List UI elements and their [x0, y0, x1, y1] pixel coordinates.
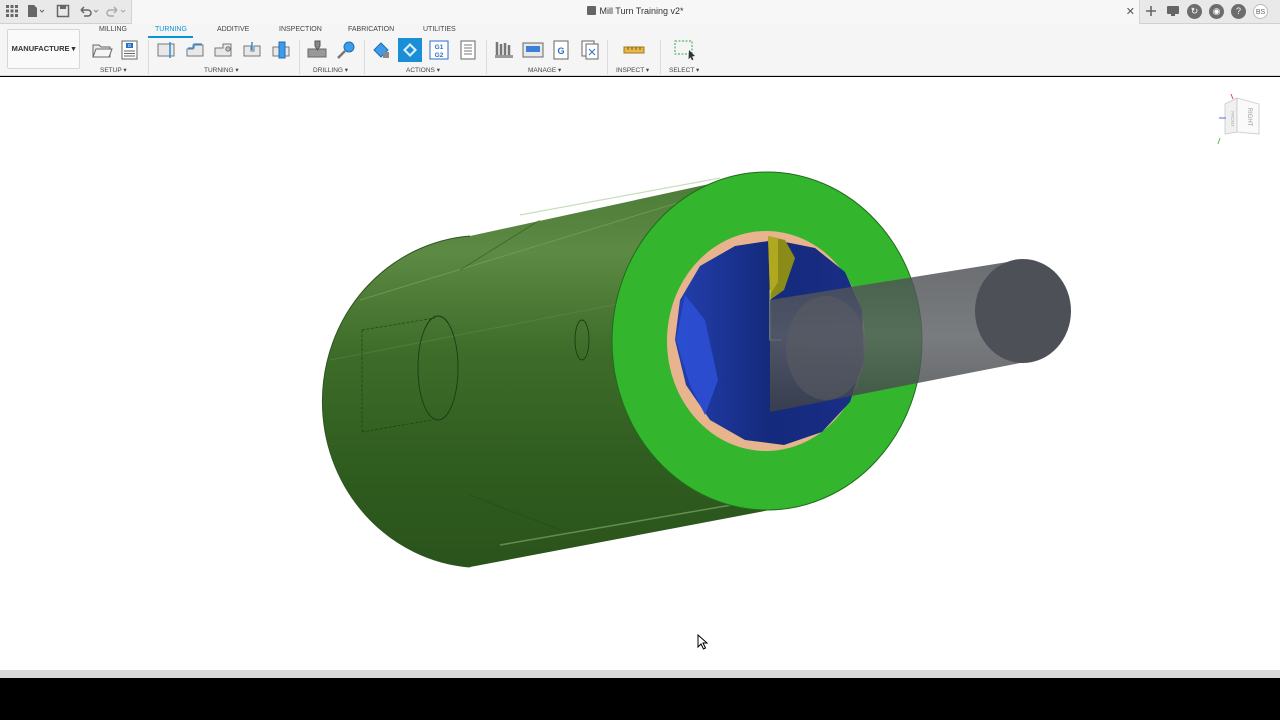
group-divider: [607, 40, 608, 74]
data-panel-icon[interactable]: [1165, 4, 1181, 20]
tool-library-icon[interactable]: [494, 40, 514, 60]
notifications-icon[interactable]: ◉: [1209, 4, 1224, 19]
face-icon[interactable]: [156, 40, 176, 60]
post-process-icon[interactable]: G1 G2: [429, 40, 449, 60]
view-cube[interactable]: RIGHT FRONT: [1216, 92, 1264, 148]
tab-fabrication[interactable]: FABRICATION: [348, 26, 394, 33]
mouse-cursor-icon: [697, 634, 709, 650]
ribbon-toolbar: MANUFACTURE ▾ MILLING TURNING ADDITIVE I…: [0, 24, 1280, 76]
title-bar: Mill Turn Training v2* ✕ ↻ ◉ ? BS: [0, 0, 1280, 24]
setup-sheet-icon[interactable]: [458, 40, 478, 60]
svg-text:G1: G1: [435, 44, 444, 51]
document-title: Mill Turn Training v2*: [599, 6, 684, 16]
model-scene[interactable]: [0, 77, 1280, 670]
workspace-switcher-button[interactable]: MANUFACTURE ▾: [7, 29, 80, 69]
document-tab[interactable]: Mill Turn Training v2* ✕: [131, 0, 1140, 24]
new-tab-icon[interactable]: [1143, 4, 1159, 20]
save-icon[interactable]: [55, 4, 71, 20]
thread-icon[interactable]: [336, 40, 356, 60]
3d-viewport[interactable]: RIGHT FRONT: [0, 77, 1280, 670]
user-avatar[interactable]: BS: [1253, 4, 1268, 19]
video-letterbox: [0, 678, 1280, 720]
turning-group-label[interactable]: TURNING ▾: [204, 66, 239, 74]
grooving-icon[interactable]: [242, 40, 262, 60]
window-select-icon[interactable]: [674, 40, 695, 61]
drilling-group-label[interactable]: DRILLING ▾: [313, 66, 348, 74]
app-grid-icon[interactable]: [4, 4, 20, 20]
help-icon[interactable]: ?: [1231, 4, 1246, 19]
profile-roughing-icon[interactable]: [185, 40, 205, 60]
svg-text:G2: G2: [435, 52, 444, 59]
redo-icon[interactable]: [105, 4, 127, 20]
select-group-label[interactable]: SELECT ▾: [669, 66, 699, 74]
manage-group-label[interactable]: MANAGE ▾: [528, 66, 561, 74]
open-folder-icon[interactable]: [91, 40, 113, 60]
drill-icon[interactable]: [306, 40, 327, 60]
viewcube-front-label: FRONT: [1230, 111, 1235, 127]
svg-text:G: G: [557, 46, 564, 56]
group-divider: [148, 40, 149, 74]
post-library-icon[interactable]: G: [551, 40, 571, 60]
file-menu-icon[interactable]: [26, 4, 46, 20]
new-setup-icon[interactable]: G: [120, 40, 140, 60]
actions-group-label[interactable]: ACTIONS ▾: [406, 66, 440, 74]
profile-finishing-icon[interactable]: [213, 40, 233, 60]
tab-utilities[interactable]: UTILITIES: [423, 26, 456, 33]
tab-inspection[interactable]: INSPECTION: [279, 26, 322, 33]
group-divider: [660, 40, 661, 74]
tab-additive[interactable]: ADDITIVE: [217, 26, 249, 33]
inspect-group-label[interactable]: INSPECT ▾: [616, 66, 649, 74]
template-library-icon[interactable]: [522, 40, 544, 60]
group-divider: [364, 40, 365, 74]
setup-group-label[interactable]: SETUP ▾: [100, 66, 127, 74]
design-cube-icon: [587, 6, 597, 15]
measure-icon[interactable]: [623, 40, 645, 60]
simulate-icon[interactable]: [371, 40, 391, 60]
svg-text:G: G: [128, 43, 132, 48]
viewcube-right-label: RIGHT: [1246, 108, 1252, 127]
active-tab-indicator: [148, 36, 193, 38]
tab-milling[interactable]: MILLING: [99, 26, 127, 33]
jobs-status-icon[interactable]: ↻: [1187, 4, 1202, 19]
nc-program-icon[interactable]: [580, 40, 600, 60]
group-divider: [486, 40, 487, 74]
part-icon[interactable]: [271, 40, 291, 60]
close-tab-icon[interactable]: ✕: [1126, 5, 1135, 18]
status-strip: [0, 670, 1280, 678]
generate-icon[interactable]: [398, 38, 422, 62]
tab-turning[interactable]: TURNING: [155, 26, 187, 33]
undo-icon[interactable]: [78, 4, 100, 20]
group-divider: [299, 40, 300, 74]
